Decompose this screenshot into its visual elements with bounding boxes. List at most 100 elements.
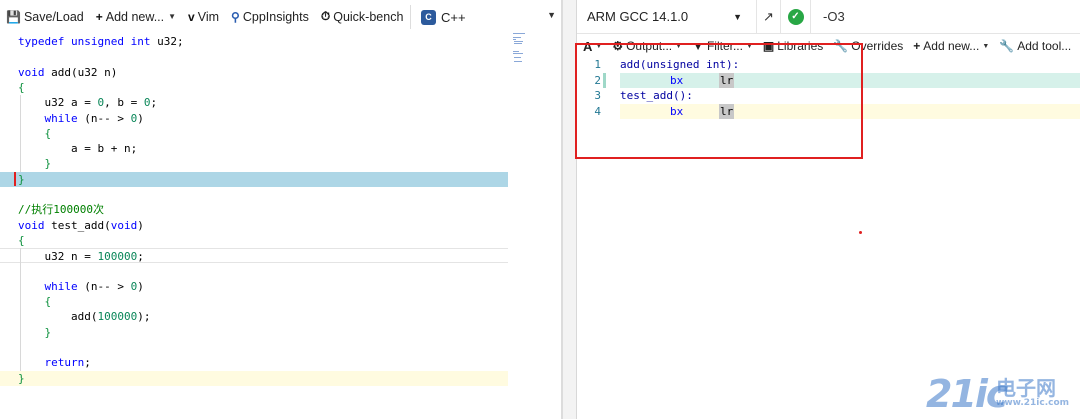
add-new-label: Add new... xyxy=(923,39,980,53)
add-new-compiler-button[interactable]: + Add new... ▼ xyxy=(913,39,989,53)
source-line[interactable]: } xyxy=(0,171,508,187)
source-line[interactable]: typedef unsigned int u32; xyxy=(0,34,508,49)
filter-button[interactable]: ▼ Filter... ▼ xyxy=(692,39,753,53)
watermark-logo: 21ic 电子网 www.21ic.com xyxy=(926,370,1076,416)
compiler-pane: ARM GCC 14.1.0 ▼ ↗ ✓ -O3 A ▼ ⚙ Output...… xyxy=(577,0,1080,419)
source-line[interactable]: //执行100000次 xyxy=(0,202,508,217)
assembly-output[interactable]: 1 add(unsigned int): 2 bx lr 3 test_add(): 4 bx l… xyxy=(577,57,1080,127)
source-line[interactable] xyxy=(0,187,508,202)
quick-bench-label: Quick-bench xyxy=(333,9,404,24)
compiler-name: ARM GCC 14.1.0 xyxy=(587,9,689,24)
source-line[interactable]: } xyxy=(0,370,508,386)
source-code-area[interactable]: typedef unsigned int u32; void add(u32 n)… xyxy=(0,33,510,419)
output-label: Output... xyxy=(626,39,673,53)
compiler-select[interactable]: ARM GCC 14.1.0 ▼ xyxy=(577,0,757,34)
chevron-down-icon: ▼ xyxy=(982,42,990,50)
source-line[interactable] xyxy=(0,49,508,64)
chevron-down-icon: ▼ xyxy=(168,12,177,21)
compiler-options-input[interactable]: -O3 xyxy=(811,0,1080,34)
cpp-logo-icon: C xyxy=(421,9,436,25)
asm-operand: lr xyxy=(719,103,735,119)
cppinsights-button[interactable]: ⚲ CppInsights xyxy=(231,6,309,28)
source-line[interactable]: { xyxy=(0,294,508,309)
overrides-label: Overrides xyxy=(851,39,904,53)
quick-bench-button[interactable]: ⏱ Quick-bench xyxy=(321,6,404,28)
asm-operand: lr xyxy=(719,72,735,88)
wrench-icon: 🔧 xyxy=(833,39,849,53)
add-new-button[interactable]: + Add new... ▼ xyxy=(96,6,176,28)
libraries-button[interactable]: ▣ Libraries xyxy=(763,39,823,53)
source-line[interactable]: return; xyxy=(0,355,508,370)
font-size-button[interactable]: A ▼ xyxy=(583,39,602,54)
asm-line[interactable]: 1 add(unsigned int): xyxy=(577,57,1080,73)
asm-opcode: bx xyxy=(670,73,684,87)
vim-button[interactable]: v Vim xyxy=(188,6,219,28)
stopwatch-icon: ⏱ xyxy=(320,9,331,23)
chevron-down-icon: ▼ xyxy=(675,42,683,50)
cursor-marker xyxy=(14,171,16,186)
annotation-dot xyxy=(859,231,862,234)
asm-label: add(unsigned int): xyxy=(620,58,740,71)
check-icon: ✓ xyxy=(787,8,804,25)
watermark-big: 21ic xyxy=(926,372,1008,416)
line-highlight xyxy=(620,103,1080,119)
source-line[interactable] xyxy=(0,264,508,279)
source-line[interactable]: void test_add(void) xyxy=(0,218,508,233)
chevron-down-icon: ▼ xyxy=(547,10,556,20)
asm-line[interactable]: 2 bx lr xyxy=(577,72,1080,88)
popout-button[interactable]: ↗ xyxy=(757,0,781,34)
indent-guide xyxy=(20,248,21,371)
source-line[interactable]: while (n-- > 0) xyxy=(0,279,508,294)
source-line[interactable]: add(100000); xyxy=(0,309,508,324)
external-link-icon: ↗ xyxy=(763,8,774,24)
source-toolbar: 💾 Save/Load + Add new... ▼ v Vim ⚲ CppIn… xyxy=(0,0,563,33)
source-line[interactable]: u32 n = 100000; xyxy=(0,248,508,264)
plus-icon: + xyxy=(95,9,103,24)
overrides-button[interactable]: 🔧 Overrides xyxy=(833,39,903,53)
asm-opcode: bx xyxy=(670,104,684,118)
save-load-label: Save/Load xyxy=(23,9,84,24)
indent-guide xyxy=(20,95,21,172)
watermark-url: www.21ic.com xyxy=(996,398,1070,408)
chevron-down-icon: ▼ xyxy=(733,11,742,22)
gear-icon: ⚙ xyxy=(612,39,624,53)
line-number: 4 xyxy=(594,104,601,118)
asm-line[interactable]: 3 test_add(): xyxy=(577,88,1080,104)
asm-line[interactable]: 4 bx lr xyxy=(577,103,1080,119)
libraries-label: Libraries xyxy=(777,39,824,53)
source-line[interactable] xyxy=(0,340,508,355)
output-button[interactable]: ⚙ Output... ▼ xyxy=(612,39,682,53)
source-line[interactable]: } xyxy=(0,156,508,171)
source-line[interactable]: { xyxy=(0,80,508,95)
source-line[interactable]: void add(u32 n) xyxy=(0,65,508,80)
source-line[interactable]: u32 a = 0, b = 0; xyxy=(0,95,508,110)
line-number: 1 xyxy=(594,58,601,71)
magnifier-icon: ⚲ xyxy=(231,9,240,24)
source-line[interactable]: { xyxy=(0,126,508,141)
add-tool-button[interactable]: 🔧 Add tool... xyxy=(999,39,1071,53)
source-line[interactable]: a = b + n; xyxy=(0,141,508,156)
asm-gutter-marker xyxy=(603,72,606,88)
wrench-icon: 🔧 xyxy=(999,39,1015,53)
plus-icon: + xyxy=(913,39,921,53)
source-line[interactable]: { xyxy=(0,233,508,248)
compiler-options-value: -O3 xyxy=(823,9,845,24)
line-highlight xyxy=(620,72,1080,88)
language-select[interactable]: C C++ ▼ xyxy=(410,5,562,29)
minimap[interactable] xyxy=(512,32,528,64)
compile-status[interactable]: ✓ xyxy=(781,0,811,34)
book-icon: ▣ xyxy=(762,39,775,53)
vim-icon: v xyxy=(188,9,195,24)
compiler-bar: ARM GCC 14.1.0 ▼ ↗ ✓ -O3 xyxy=(577,0,1080,34)
source-line[interactable]: while (n-- > 0) xyxy=(0,111,508,126)
asm-label: test_add(): xyxy=(620,89,693,102)
font-label: A xyxy=(583,38,593,54)
chevron-down-icon: ▼ xyxy=(745,42,753,50)
source-line[interactable]: } xyxy=(0,325,508,340)
pane-splitter[interactable] xyxy=(563,0,577,419)
line-number: 2 xyxy=(594,73,601,87)
save-icon: 💾 xyxy=(6,9,21,24)
cppinsights-label: CppInsights xyxy=(242,9,309,24)
language-label: C++ xyxy=(441,9,466,25)
save-load-button[interactable]: 💾 Save/Load xyxy=(6,6,84,28)
